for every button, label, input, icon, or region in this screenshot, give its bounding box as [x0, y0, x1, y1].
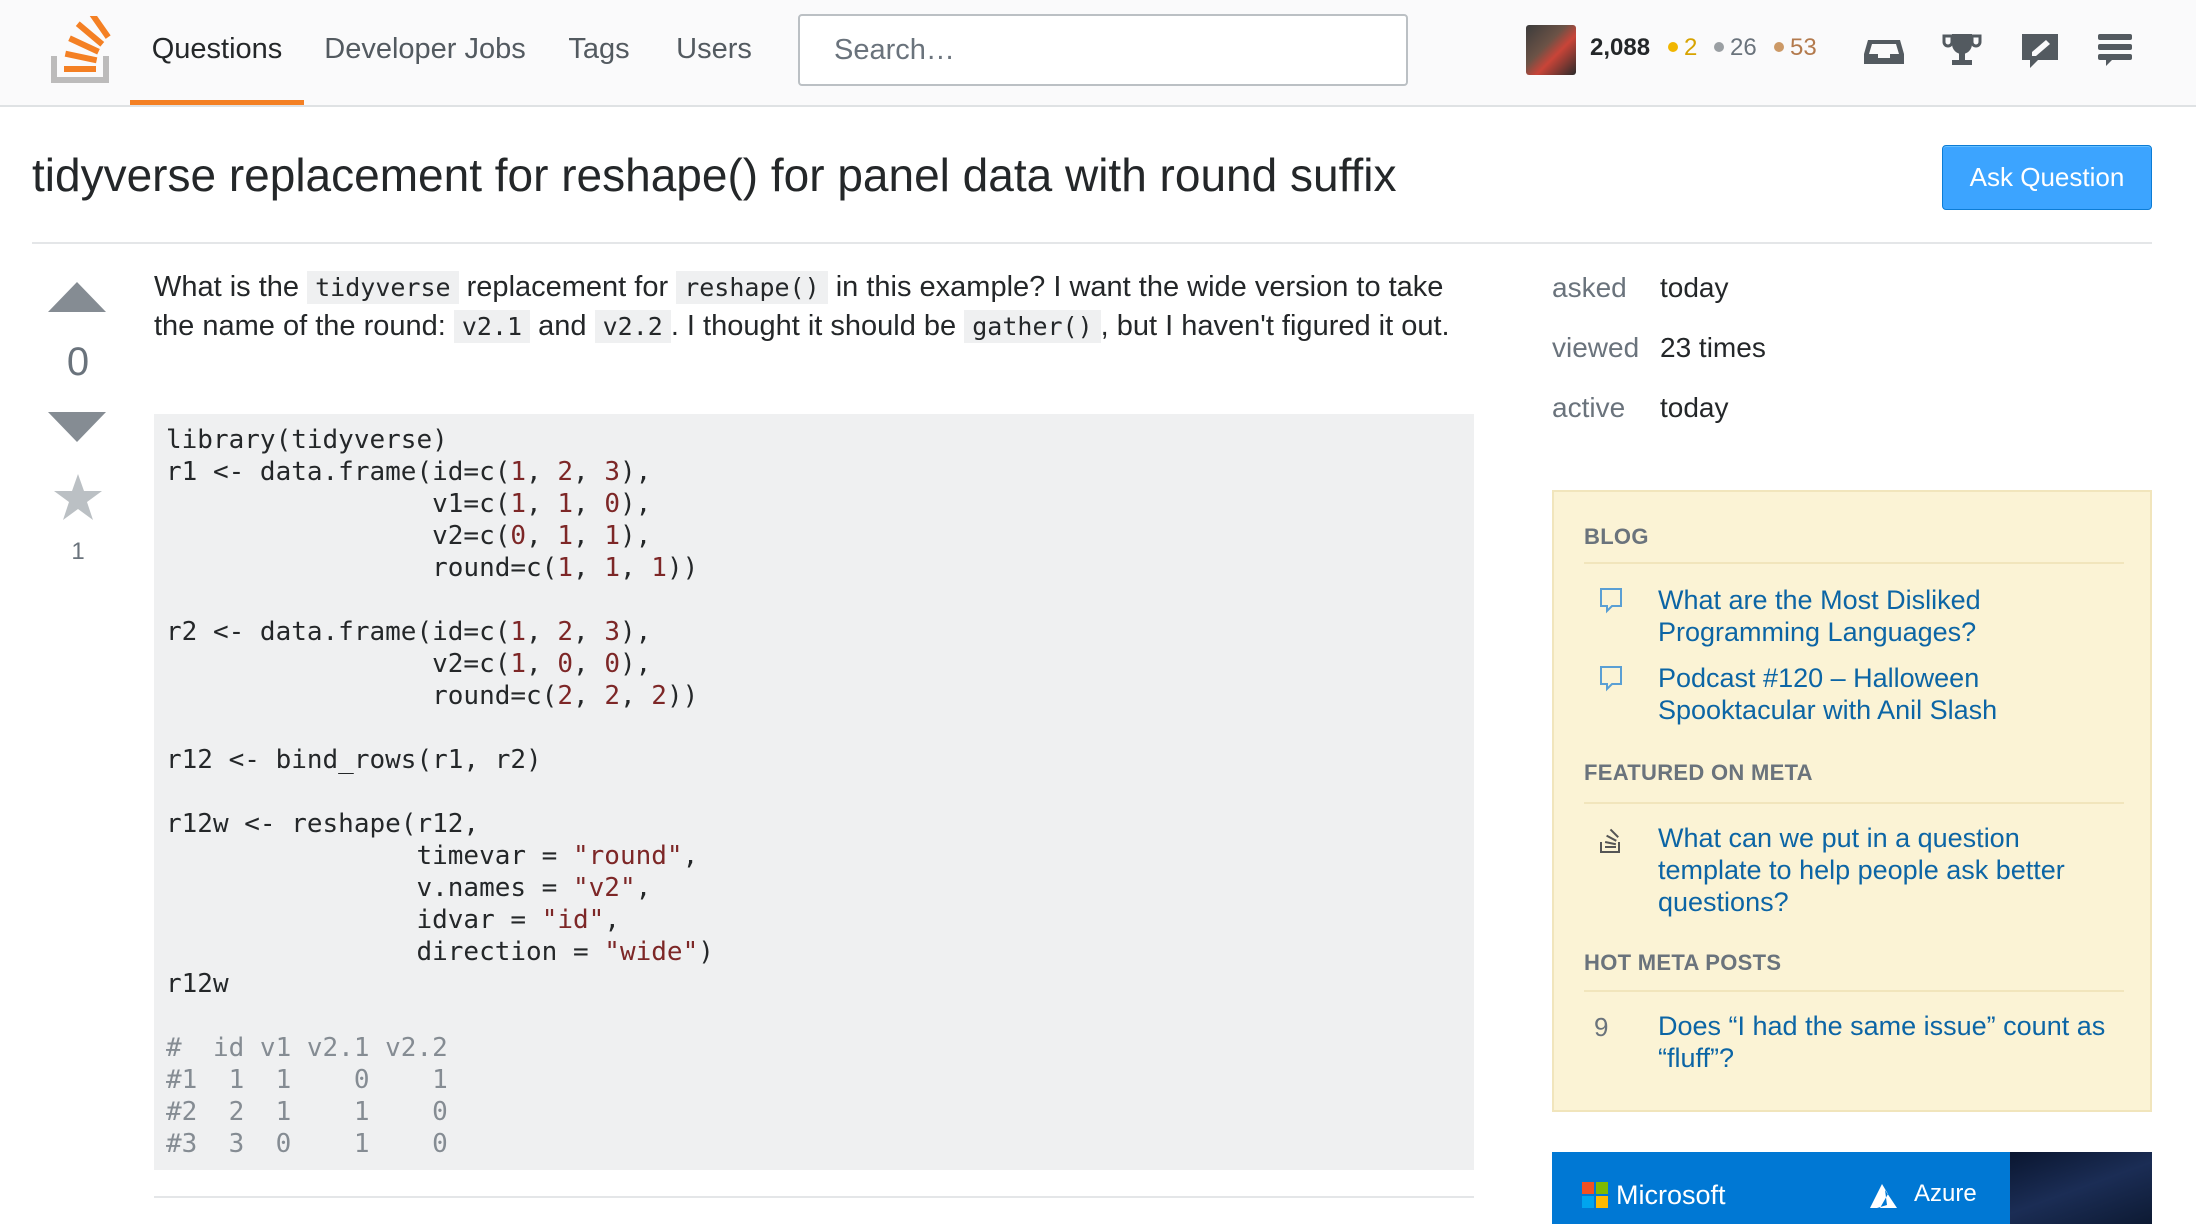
viewed-value: 23 times	[1660, 332, 1766, 363]
gold-badges: 2	[1668, 34, 1697, 62]
asked-value: today	[1660, 272, 1729, 303]
inline-code: tidyverse	[307, 271, 459, 304]
review-queue-icon[interactable]	[2018, 28, 2062, 72]
body-text: and	[530, 310, 595, 342]
ask-question-button[interactable]: Ask Question	[1942, 145, 2152, 210]
upvote-arrow-icon[interactable]	[48, 282, 106, 312]
nav-tags[interactable]: Tags	[556, 0, 642, 105]
community-bulletin: BLOG What are the Most Disliked Programm…	[1552, 490, 2152, 1112]
body-text: , but I haven't figured it out.	[1100, 310, 1450, 342]
featured-divider	[1584, 802, 2124, 804]
nav-developer-jobs[interactable]: Developer Jobs	[318, 0, 532, 105]
ad-product: Azure	[1914, 1180, 1977, 1207]
microsoft-logo-icon	[1582, 1182, 1608, 1208]
favorite-star-icon[interactable]	[52, 472, 104, 524]
ad-photo	[2010, 1152, 2152, 1224]
active-label: active	[1552, 392, 1626, 423]
asked-label: asked	[1552, 272, 1627, 303]
blog-heading: BLOG	[1584, 524, 1649, 549]
viewed-label: viewed	[1552, 332, 1640, 363]
active-value[interactable]: today	[1660, 392, 1729, 424]
title-divider	[32, 242, 2152, 244]
search-input[interactable]	[798, 14, 1408, 86]
blog-link-1[interactable]: What are the Most Disliked Programming L…	[1658, 584, 2128, 648]
body-text: replacement for	[458, 271, 677, 303]
stack-overflow-meta-icon	[1600, 828, 1620, 853]
achievements-trophy-icon[interactable]	[1940, 28, 1984, 72]
downvote-arrow-icon[interactable]	[48, 412, 106, 442]
featured-link-1[interactable]: What can we put in a question template t…	[1658, 822, 2128, 918]
blog-comment-icon	[1600, 588, 1622, 614]
avatar[interactable]	[1526, 25, 1576, 75]
silver-badges: 26	[1714, 34, 1757, 62]
microsoft-azure-ad[interactable]: Microsoft Azure	[1552, 1152, 2152, 1224]
hot-meta-divider	[1584, 990, 2124, 992]
question-body: What is the tidyverse replacement for re…	[154, 268, 1474, 346]
hot-meta-count: 9	[1594, 1012, 1609, 1042]
silver-badge-count: 26	[1730, 34, 1757, 61]
bronze-badges: 53	[1774, 34, 1817, 62]
blog-link-2[interactable]: Podcast #120 – Halloween Spooktacular wi…	[1658, 662, 2128, 726]
blog-comment-icon	[1600, 666, 1622, 692]
hot-meta-link-1[interactable]: Does “I had the same issue” count as “fl…	[1658, 1010, 2128, 1074]
blog-divider	[1584, 562, 2124, 564]
body-text: What is the	[154, 271, 308, 303]
bronze-badge-count: 53	[1790, 34, 1817, 61]
hot-meta-heading: HOT META POSTS	[1584, 950, 1782, 975]
site-switcher-icon[interactable]	[2094, 28, 2138, 72]
inline-code: reshape()	[676, 271, 828, 304]
code-block: library(tidyverse) r1 <- data.frame(id=c…	[154, 414, 1474, 1170]
ad-brand: Microsoft	[1616, 1180, 1726, 1210]
nav-questions[interactable]: Questions	[130, 0, 304, 105]
bronze-badge-icon	[1774, 42, 1784, 52]
inbox-icon[interactable]	[1862, 28, 1906, 72]
inline-code: gather()	[964, 310, 1101, 343]
question-title[interactable]: tidyverse replacement for reshape() for …	[32, 148, 1397, 202]
gold-badge-count: 2	[1684, 34, 1698, 61]
inline-code: v2.2	[594, 310, 671, 343]
favorite-count: 1	[71, 538, 85, 565]
azure-logo-icon	[1870, 1184, 1897, 1208]
body-text: . I thought it should be	[670, 310, 965, 342]
gold-badge-icon	[1668, 42, 1678, 52]
featured-heading: FEATURED ON META	[1584, 760, 1813, 785]
body-divider	[154, 1196, 1474, 1198]
vote-count: 0	[66, 340, 90, 384]
silver-badge-icon	[1714, 42, 1724, 52]
reputation-count: 2,088	[1590, 34, 1651, 61]
nav-users[interactable]: Users	[664, 0, 764, 105]
top-bar: Questions Developer Jobs Tags Users 2,08…	[0, 0, 2196, 107]
inline-code: v2.1	[453, 310, 531, 343]
stack-overflow-logo[interactable]	[50, 16, 120, 84]
